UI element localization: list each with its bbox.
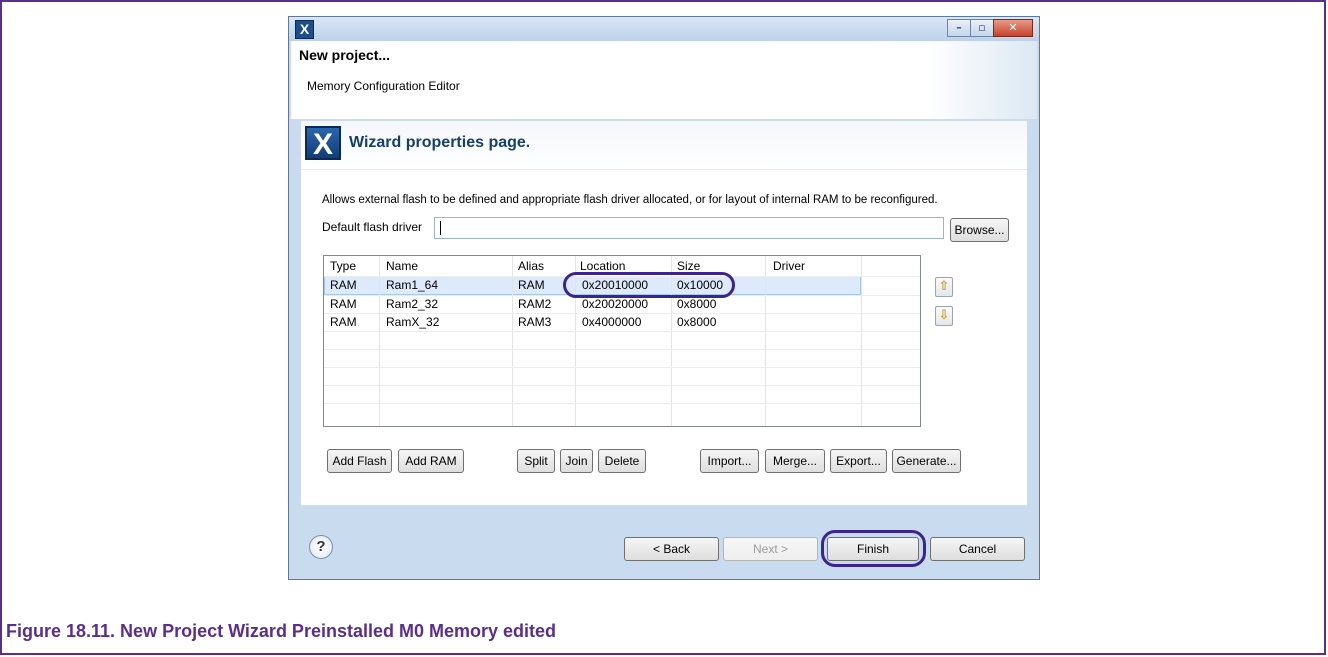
app-icon: X — [295, 20, 314, 39]
cancel-button[interactable]: Cancel — [930, 537, 1025, 561]
move-down-icon[interactable]: ⇩ — [935, 306, 953, 326]
location-size-highlight-oval — [563, 272, 735, 298]
wizard-window: X – ▫ ✕ New project... Memory Configurat… — [288, 16, 1040, 580]
page-description: Allows external flash to be defined and … — [322, 194, 938, 206]
flash-driver-label: Default flash driver — [322, 220, 423, 234]
wizard-header: New project... Memory Configuration Edit… — [291, 41, 1037, 119]
add-ram-button[interactable]: Add RAM — [398, 449, 464, 473]
title-bar[interactable]: X – ▫ ✕ — [289, 17, 1039, 41]
next-button[interactable]: Next > — [723, 537, 818, 561]
import-button[interactable]: Import... — [700, 449, 759, 473]
column-header-name[interactable]: Name — [386, 259, 418, 273]
row-divider — [324, 385, 920, 386]
figure-caption: Figure 18.11. New Project Wizard Preinst… — [6, 621, 557, 641]
page-banner: X Wizard properties page. — [301, 121, 1027, 170]
window-controls: – ▫ ✕ — [947, 19, 1033, 37]
generate-button[interactable]: Generate... — [892, 449, 961, 473]
column-header-location[interactable]: Location — [580, 259, 625, 273]
cell-size: 0x8000 — [677, 315, 717, 329]
split-button[interactable]: Split — [517, 449, 555, 473]
finish-highlight-oval — [821, 530, 926, 567]
row-divider — [324, 367, 920, 368]
text-caret — [440, 221, 441, 235]
add-flash-button[interactable]: Add Flash — [327, 449, 392, 473]
column-header-type[interactable]: Type — [330, 259, 356, 273]
wizard-logo-icon: X — [305, 126, 341, 161]
help-icon[interactable]: ? — [309, 535, 333, 559]
column-header-driver[interactable]: Driver — [773, 259, 805, 273]
export-button[interactable]: Export... — [830, 449, 887, 473]
cell-alias: RAM2 — [518, 297, 552, 311]
browse-button[interactable]: Browse... — [950, 218, 1009, 242]
cell-name: Ram2_32 — [386, 297, 439, 311]
cell-name: Ram1_64 — [386, 278, 439, 292]
column-header-alias[interactable]: Alias — [518, 259, 544, 273]
page-title: Wizard properties page. — [349, 134, 531, 151]
cell-alias: RAM3 — [518, 315, 552, 329]
wizard-content: X Wizard properties page. Allows externa… — [300, 120, 1028, 506]
delete-button[interactable]: Delete — [598, 449, 646, 473]
cell-type: RAM — [330, 315, 357, 329]
cell-location: 0x20020000 — [582, 297, 649, 311]
header-decoration — [927, 41, 1037, 119]
maximize-button[interactable]: ▫ — [970, 19, 994, 37]
column-header-size[interactable]: Size — [677, 259, 700, 273]
wizard-subtitle: Memory Configuration Editor — [307, 79, 460, 93]
row-divider — [324, 349, 920, 350]
cell-location: 0x4000000 — [582, 315, 642, 329]
cell-type: RAM — [330, 297, 357, 311]
cell-size: 0x8000 — [677, 297, 717, 311]
close-button[interactable]: ✕ — [993, 19, 1033, 37]
table-row[interactable]: RAM Ram2_32 RAM2 0x20020000 0x8000 — [324, 297, 920, 315]
wizard-title: New project... — [299, 47, 391, 63]
table-row[interactable]: RAM RamX_32 RAM3 0x4000000 0x8000 — [324, 315, 920, 333]
merge-button[interactable]: Merge... — [765, 449, 825, 473]
minimize-button[interactable]: – — [947, 19, 971, 37]
join-button[interactable]: Join — [560, 449, 593, 473]
move-up-icon[interactable]: ⇧ — [935, 277, 953, 297]
back-button[interactable]: < Back — [624, 537, 719, 561]
cell-name: RamX_32 — [386, 315, 440, 329]
cell-type: RAM — [330, 278, 357, 292]
row-divider — [324, 403, 920, 404]
flash-driver-input[interactable] — [434, 217, 944, 239]
cell-alias: RAM — [518, 278, 545, 292]
